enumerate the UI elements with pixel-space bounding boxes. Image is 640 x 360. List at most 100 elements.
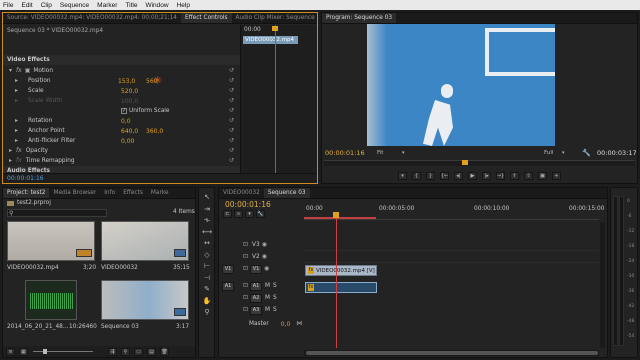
program-playhead[interactable] xyxy=(462,160,468,165)
new-bin-icon[interactable]: ▭ xyxy=(134,347,143,356)
reset-icon[interactable]: ↺ xyxy=(229,106,237,116)
lock-icon[interactable]: ⊡ xyxy=(243,283,248,289)
chevron-right-icon[interactable]: ▸ xyxy=(15,78,18,84)
tab-program[interactable]: Program: Sequence 03 xyxy=(322,13,397,23)
go-to-out-icon[interactable]: →} xyxy=(496,172,505,180)
menu-clip[interactable]: Clip xyxy=(41,2,52,9)
mute-button[interactable]: M xyxy=(265,307,270,313)
tab-effect-controls[interactable]: Effect Controls xyxy=(181,13,232,23)
mark-out-icon[interactable]: } xyxy=(426,172,435,180)
lock-icon[interactable]: ⊡ xyxy=(243,295,248,301)
rotation-value[interactable]: 0,0 xyxy=(121,118,131,125)
new-item-icon[interactable]: ▤ xyxy=(147,347,156,356)
razor-tool-icon[interactable]: ◇ xyxy=(201,250,213,262)
master-value[interactable]: 0,0 xyxy=(281,321,291,328)
position-x-value[interactable]: 153,0 xyxy=(118,78,135,85)
jump-icon[interactable]: ⋈ xyxy=(296,321,302,327)
tab-markers[interactable]: Marke xyxy=(147,188,173,198)
tab-media-browser[interactable]: Media Browser xyxy=(49,188,100,198)
settings-icon[interactable]: 🔧 xyxy=(256,210,265,218)
reset-icon[interactable]: ↺ xyxy=(229,136,237,146)
chevron-down-icon[interactable]: ▾ xyxy=(9,68,12,74)
solo-button[interactable]: S xyxy=(273,295,277,301)
track-name[interactable]: V1 xyxy=(250,264,263,274)
automate-icon[interactable]: ⇶ xyxy=(108,347,117,356)
solo-button[interactable]: S xyxy=(273,307,277,313)
solo-button[interactable]: S xyxy=(273,283,277,289)
ec-timecode[interactable]: 00:00:01:16 xyxy=(7,175,44,182)
chevron-right-icon[interactable]: ▸ xyxy=(9,158,12,164)
track-name[interactable]: V2 xyxy=(252,254,260,260)
add-marker-icon[interactable]: ▾ xyxy=(245,210,254,218)
lock-icon[interactable]: ⊡ xyxy=(243,307,248,313)
add-button-icon[interactable]: + xyxy=(552,172,561,180)
menu-title[interactable]: Title xyxy=(125,2,137,9)
tab-info[interactable]: Info xyxy=(100,188,119,198)
track-name[interactable]: A1 xyxy=(250,281,263,291)
tab-audio-mixer[interactable]: Audio Clip Mixer: Sequence 03 xyxy=(232,13,317,23)
rolling-edit-tool-icon[interactable]: ⟷ xyxy=(201,227,213,239)
lock-icon[interactable]: ⊡ xyxy=(243,242,248,248)
track-name[interactable]: A2 xyxy=(250,293,263,303)
chevron-right-icon[interactable]: ▸ xyxy=(9,148,12,154)
uniform-scale-checkbox[interactable]: ✓ xyxy=(121,108,127,114)
audio-clip[interactable]: fx xyxy=(305,282,377,293)
scale-value[interactable]: 520,0 xyxy=(121,88,138,95)
chevron-right-icon[interactable]: ▸ xyxy=(15,128,18,134)
step-back-icon[interactable]: ◂| xyxy=(454,172,463,180)
menu-sequence[interactable]: Sequence xyxy=(60,2,89,9)
extract-icon[interactable]: ⇧ xyxy=(524,172,533,180)
reset-icon[interactable]: ↺ xyxy=(229,146,237,156)
ec-playhead-marker[interactable] xyxy=(272,26,278,31)
reset-icon[interactable]: ↺ xyxy=(229,96,237,106)
chevron-down-icon[interactable]: ▾ xyxy=(402,150,405,156)
linked-selection-icon[interactable]: ∞ xyxy=(234,210,243,218)
source-patch[interactable]: A1 xyxy=(222,281,234,291)
antiflicker-value[interactable]: 0,00 xyxy=(121,138,134,145)
vertical-scrollbar[interactable] xyxy=(600,222,605,348)
track-name[interactable]: A3 xyxy=(250,305,263,315)
chevron-down-icon[interactable]: ▾ xyxy=(562,150,565,156)
zoom-slider[interactable] xyxy=(33,351,93,352)
chevron-right-icon[interactable]: ▸ xyxy=(15,88,18,94)
eye-icon[interactable]: ◉ xyxy=(262,242,267,248)
reset-icon[interactable]: ↺ xyxy=(229,126,237,136)
wrench-icon[interactable]: 🔧 xyxy=(582,149,591,157)
pen-tool-icon[interactable]: ✎ xyxy=(201,284,213,296)
timeline-scroll-thumb[interactable] xyxy=(306,351,598,355)
work-area-bar[interactable] xyxy=(304,217,376,219)
tab-effects[interactable]: Effects xyxy=(119,188,147,198)
snap-icon[interactable]: ⊏ xyxy=(223,210,232,218)
mark-in-icon[interactable]: { xyxy=(412,172,421,180)
tab-sequence-03[interactable]: Sequence 03 xyxy=(263,188,310,198)
program-timecode[interactable]: 00:00:01:16 xyxy=(325,149,365,157)
track-select-tool-icon[interactable]: ⇥ xyxy=(201,204,213,216)
list-view-icon[interactable]: ≡ xyxy=(6,347,15,356)
menu-marker[interactable]: Marker xyxy=(97,2,117,9)
zoom-tool-icon[interactable]: ⚲ xyxy=(201,307,213,319)
tab-project[interactable]: Project: test2 xyxy=(3,188,50,198)
icon-view-icon[interactable]: ▦ xyxy=(19,347,28,356)
reset-icon[interactable]: ↺ xyxy=(229,66,237,76)
menu-file[interactable]: File xyxy=(3,2,13,9)
timeline-ruler[interactable]: 00:00 00:00:05:00 00:00:10:00 00:00:15:0… xyxy=(304,200,604,220)
slide-tool-icon[interactable]: ⊣ xyxy=(201,273,213,285)
video-clip[interactable]: fx VIDEO00032.mp4 [V] xyxy=(305,265,377,276)
lift-icon[interactable]: ⇑ xyxy=(510,172,519,180)
motion-row[interactable]: ▾ fx ▣ Motion xyxy=(3,66,240,76)
camera-icon[interactable]: ▣ xyxy=(538,172,547,180)
project-search[interactable]: ⚲ xyxy=(7,209,107,217)
marker-icon[interactable]: ▾ xyxy=(398,172,407,180)
project-item-3[interactable]: 2014_06_20_21_48... 10:26460 xyxy=(7,280,97,334)
source-patch[interactable]: V1 xyxy=(222,264,234,274)
opacity-row[interactable]: ▸ fx Opacity xyxy=(3,146,240,156)
timeline-playhead-line[interactable] xyxy=(336,218,337,348)
menu-window[interactable]: Window xyxy=(145,2,168,9)
timeline-scrollbar[interactable] xyxy=(304,350,599,356)
project-item-1[interactable]: VIDEO00032.mp4 3;20 xyxy=(7,221,96,275)
step-forward-icon[interactable]: |▸ xyxy=(482,172,491,180)
eye-icon[interactable]: ◉ xyxy=(262,254,267,260)
slip-tool-icon[interactable]: ⊢ xyxy=(201,261,213,273)
mute-button[interactable]: M xyxy=(265,295,270,301)
project-item-4[interactable]: Sequence 03 3:17 xyxy=(101,280,189,334)
